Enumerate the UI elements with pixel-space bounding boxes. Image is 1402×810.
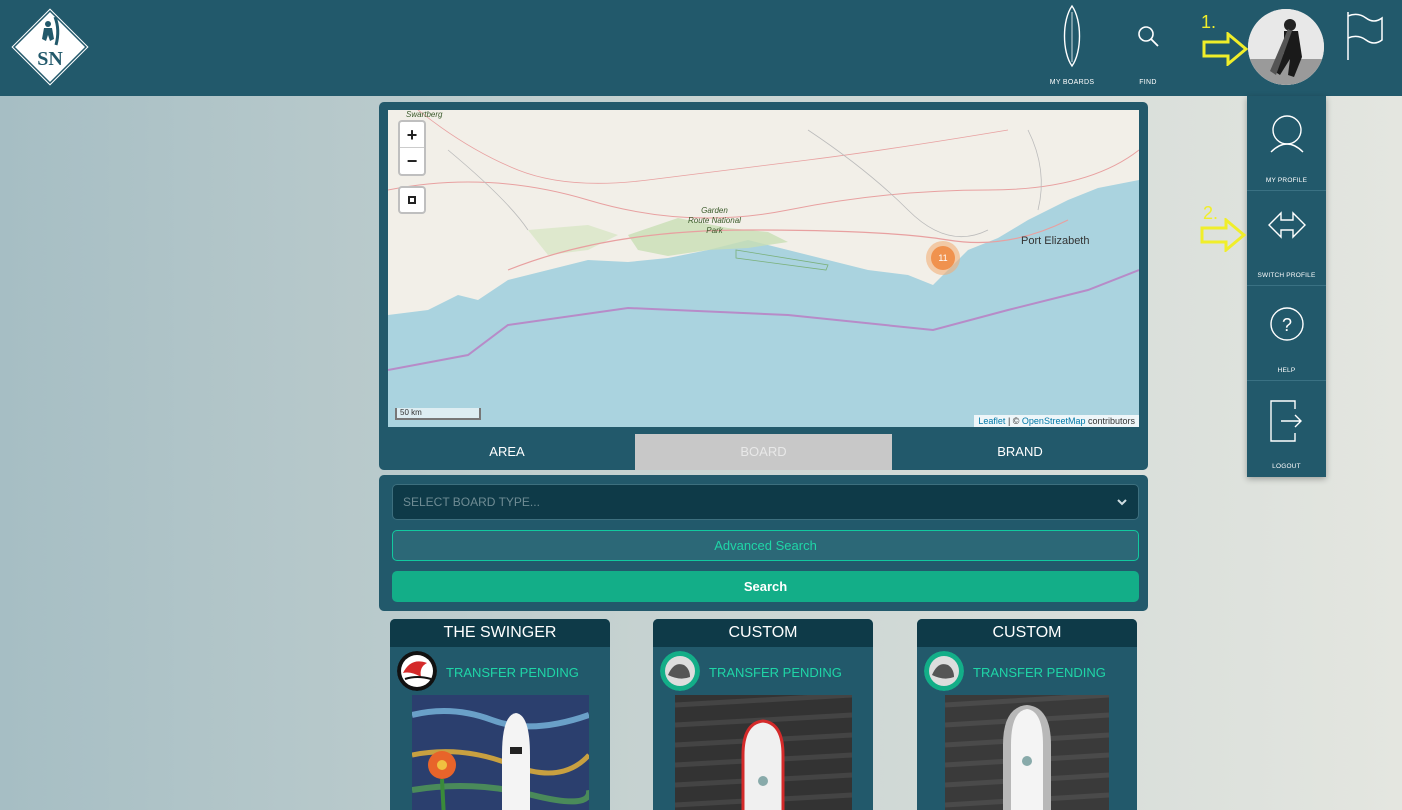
- tab-area[interactable]: AREA: [379, 434, 635, 470]
- brand-logo: [660, 651, 700, 691]
- zoom-in-button[interactable]: +: [400, 122, 424, 148]
- sn-logo[interactable]: SN: [8, 5, 92, 89]
- logo-text: SN: [37, 48, 63, 70]
- advanced-search-button[interactable]: Advanced Search: [392, 530, 1139, 561]
- menu-item-logout[interactable]: LOGOUT: [1247, 381, 1326, 476]
- board-image: [945, 695, 1109, 810]
- board-card[interactable]: CUSTOM TRANSFER PENDING: [653, 619, 873, 810]
- map-attribution: Leaflet | © OpenStreetMap contributors: [974, 415, 1139, 427]
- attribution-separator: | ©: [1005, 416, 1022, 426]
- tab-brand[interactable]: BRAND: [892, 434, 1148, 470]
- nav-find-label: FIND: [1139, 79, 1157, 86]
- card-title: CUSTOM: [917, 619, 1137, 647]
- transfer-status: TRANSFER PENDING: [973, 665, 1106, 680]
- logout-icon: [1270, 400, 1302, 442]
- map-scale: 50 km: [395, 408, 481, 420]
- tab-board[interactable]: BOARD: [635, 434, 892, 470]
- box-select-button[interactable]: [398, 186, 426, 214]
- leaflet-link[interactable]: Leaflet: [978, 416, 1005, 426]
- menu-item-label: LOGOUT: [1272, 463, 1301, 470]
- nav-find[interactable]: FIND: [1124, 0, 1172, 96]
- attribution-suffix: contributors: [1085, 416, 1135, 426]
- search-button[interactable]: Search: [392, 571, 1139, 602]
- brand-logo: [924, 651, 964, 691]
- transfer-status: TRANSFER PENDING: [446, 665, 579, 680]
- menu-item-label: HELP: [1277, 367, 1296, 374]
- map-panel: Swartberg ature erve Garden Route Nation…: [379, 102, 1148, 470]
- search-panel: SELECT BOARD TYPE... Advanced Search Sea…: [379, 475, 1148, 611]
- brand-logo: [397, 651, 437, 691]
- menu-item-label: SWITCH PROFILE: [1257, 272, 1316, 279]
- search-icon: [1138, 26, 1159, 47]
- flag-icon[interactable]: [1344, 10, 1384, 62]
- map-label-city: Port Elizabeth: [1021, 235, 1090, 247]
- chevron-down-icon: [1117, 499, 1127, 506]
- menu-item-switch-profile[interactable]: SWITCH PROFILE: [1247, 191, 1326, 286]
- user-avatar[interactable]: [1248, 9, 1324, 85]
- user-icon: [1270, 115, 1304, 153]
- zoom-control: + −: [398, 120, 426, 176]
- board-image: [412, 695, 589, 810]
- nav-my-boards-label: MY BOARDS: [1049, 79, 1095, 86]
- svg-text:?: ?: [1282, 315, 1292, 335]
- card-title: THE SWINGER: [390, 619, 610, 647]
- board-type-select[interactable]: SELECT BOARD TYPE...: [392, 484, 1139, 520]
- board-image: [675, 695, 852, 810]
- map-tiles: [388, 110, 1139, 427]
- zoom-out-button[interactable]: −: [400, 148, 424, 174]
- menu-item-help[interactable]: ? HELP: [1247, 286, 1326, 381]
- nav-my-boards[interactable]: MY BOARDS: [1046, 0, 1098, 96]
- map-label-park: Garden Route National Park: [688, 206, 741, 235]
- select-placeholder: SELECT BOARD TYPE...: [403, 495, 540, 509]
- map-view[interactable]: Swartberg ature erve Garden Route Nation…: [388, 110, 1139, 427]
- annotation-arrow-icon: [1200, 218, 1246, 252]
- annotation-arrow-icon: [1202, 32, 1248, 66]
- menu-item-label: MY PROFILE: [1265, 177, 1308, 184]
- board-card[interactable]: CUSTOM TRANSFER PENDING: [917, 619, 1137, 810]
- card-title: CUSTOM: [653, 619, 873, 647]
- osm-link[interactable]: OpenStreetMap: [1022, 416, 1086, 426]
- square-icon: [408, 196, 416, 204]
- cluster-count: 11: [931, 246, 955, 270]
- top-navigation-bar: SN MY BOARDS FIND 1.: [0, 0, 1402, 96]
- board-card[interactable]: THE SWINGER TRANSFER PENDING: [390, 619, 610, 810]
- profile-dropdown-menu: MY PROFILE SWITCH PROFILE ? HELP LOGOUT: [1247, 96, 1326, 477]
- surfboard-icon: [1063, 4, 1081, 68]
- transfer-status: TRANSFER PENDING: [709, 665, 842, 680]
- annotation-step-1: 1.: [1201, 12, 1217, 32]
- switch-arrows-icon: [1268, 211, 1306, 239]
- help-icon: ?: [1270, 307, 1304, 341]
- map-marker-cluster[interactable]: 11: [926, 241, 960, 275]
- menu-item-my-profile[interactable]: MY PROFILE: [1247, 96, 1326, 191]
- search-tabs: AREA BOARD BRAND: [379, 434, 1148, 470]
